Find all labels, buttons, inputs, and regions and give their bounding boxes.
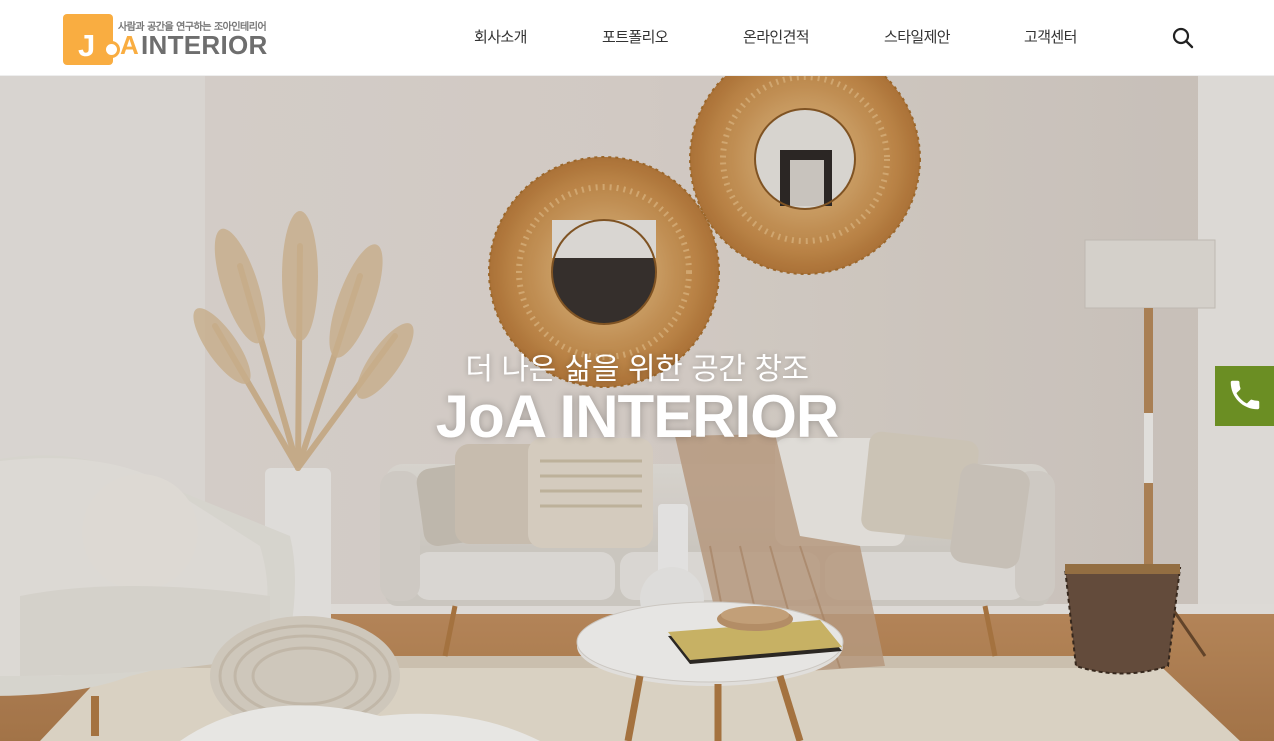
logo-letter-a: A bbox=[120, 30, 139, 60]
site-header: J A INTERIOR 사람과 공간을 연구하는 조아인테리어 회사소개 포트… bbox=[0, 0, 1274, 76]
logo[interactable]: J A INTERIOR 사람과 공간을 연구하는 조아인테리어 bbox=[63, 14, 278, 66]
search-icon[interactable] bbox=[1171, 26, 1195, 50]
call-button[interactable] bbox=[1215, 366, 1274, 426]
hero-title: JoA INTERIOR bbox=[435, 383, 839, 450]
nav-item-company[interactable]: 회사소개 bbox=[474, 26, 527, 47]
nav-item-customer-center[interactable]: 고객센터 bbox=[1024, 26, 1077, 47]
hero-banner: 더 나은 삶을 위한 공간 창조 JoA INTERIOR bbox=[0, 76, 1274, 741]
nav-item-style-proposal[interactable]: 스타일제안 bbox=[884, 26, 951, 47]
logo-wordmark: INTERIOR bbox=[141, 30, 268, 60]
logo-dot bbox=[103, 41, 120, 58]
nav-item-online-estimate[interactable]: 온라인견적 bbox=[743, 26, 810, 47]
phone-icon bbox=[1230, 380, 1260, 410]
nav-item-portfolio[interactable]: 포트폴리오 bbox=[602, 26, 669, 47]
logo-letter-j: J bbox=[78, 28, 96, 63]
logo-tagline: 사람과 공간을 연구하는 조아인테리어 bbox=[118, 22, 267, 33]
